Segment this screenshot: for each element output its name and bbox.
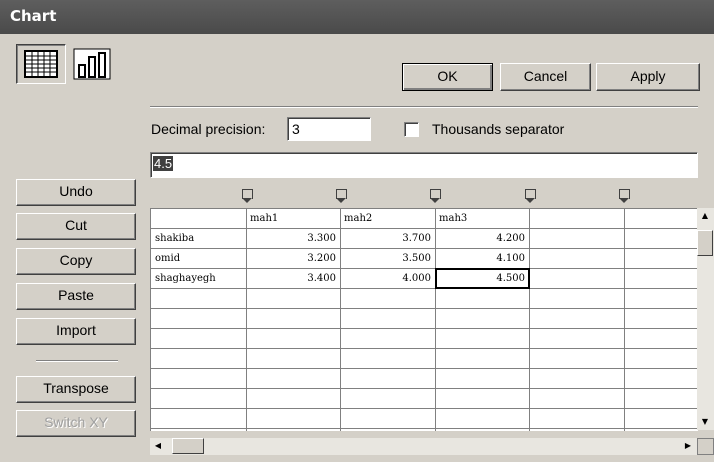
column-header-mah1[interactable]: mah1 xyxy=(250,213,278,224)
title-bar: Chart xyxy=(0,0,714,34)
column-header-mah2[interactable]: mah2 xyxy=(344,213,372,224)
apply-button[interactable]: Apply xyxy=(596,63,700,91)
table-cell[interactable]: 3.300 xyxy=(246,233,336,244)
horizontal-scrollbar[interactable]: ◀ ▶ xyxy=(150,438,697,455)
window-title: Chart xyxy=(10,7,57,25)
copy-button[interactable]: Copy xyxy=(16,248,136,275)
table-cell[interactable]: 3.500 xyxy=(340,253,431,264)
cut-button[interactable]: Cut xyxy=(16,213,136,240)
ok-button[interactable]: OK xyxy=(402,63,493,91)
vertical-scrollbar[interactable]: ▲ ▼ xyxy=(697,208,714,430)
column-header-mah3[interactable]: mah3 xyxy=(439,213,467,224)
datasheet-view-button[interactable] xyxy=(16,44,66,84)
decimal-precision-label: Decimal precision: xyxy=(151,121,266,137)
datasheet-icon xyxy=(24,50,58,78)
switch-xy-button[interactable]: Switch XY xyxy=(16,410,136,437)
thousands-separator-label: Thousands separator xyxy=(432,121,565,137)
thousands-separator-checkbox[interactable] xyxy=(404,122,419,137)
scroll-corner xyxy=(697,438,714,455)
row-label[interactable]: omid xyxy=(155,253,180,264)
button-divider xyxy=(36,360,118,362)
decimal-precision-input[interactable]: 3 xyxy=(287,117,371,141)
scroll-right-icon[interactable]: ▶ xyxy=(680,438,696,454)
chart-view-button[interactable] xyxy=(68,44,116,84)
transpose-button[interactable]: Transpose xyxy=(16,376,136,403)
scroll-thumb-horizontal[interactable] xyxy=(172,438,204,454)
table-cell[interactable]: 3.200 xyxy=(246,253,336,264)
cell-edit-value: 4.5 xyxy=(153,156,174,171)
table-cell[interactable]: 3.700 xyxy=(340,233,431,244)
scroll-down-icon[interactable]: ▼ xyxy=(697,414,713,430)
cancel-button[interactable]: Cancel xyxy=(500,63,591,91)
cell-edit-input[interactable]: 4.5 xyxy=(150,152,698,178)
toolbar-divider xyxy=(150,106,698,108)
decimal-precision-value: 3 xyxy=(292,121,300,137)
table-cell[interactable]: 4.200 xyxy=(435,233,525,244)
table-cell[interactable]: 4.100 xyxy=(435,253,525,264)
bar-chart-icon xyxy=(73,48,111,80)
table-cell[interactable]: 3.400 xyxy=(246,273,336,284)
table-cell[interactable]: 4.000 xyxy=(340,273,431,284)
undo-button[interactable]: Undo xyxy=(16,179,136,206)
row-label[interactable]: shaghayegh xyxy=(155,273,216,284)
chart-dialog: Chart OK Cancel Apply Decimal precision:… xyxy=(0,0,714,462)
scroll-left-icon[interactable]: ◀ xyxy=(150,438,166,454)
table-cell-selected[interactable]: 4.500 xyxy=(435,273,525,284)
import-button[interactable]: Import xyxy=(16,318,136,345)
paste-button[interactable]: Paste xyxy=(16,283,136,310)
scroll-up-icon[interactable]: ▲ xyxy=(697,208,713,224)
datasheet-grid[interactable]: mah1 mah2 mah3 shakiba 3.300 3.700 4.200… xyxy=(150,208,698,431)
row-label[interactable]: shakiba xyxy=(155,233,194,244)
scroll-thumb-vertical[interactable] xyxy=(697,230,713,256)
